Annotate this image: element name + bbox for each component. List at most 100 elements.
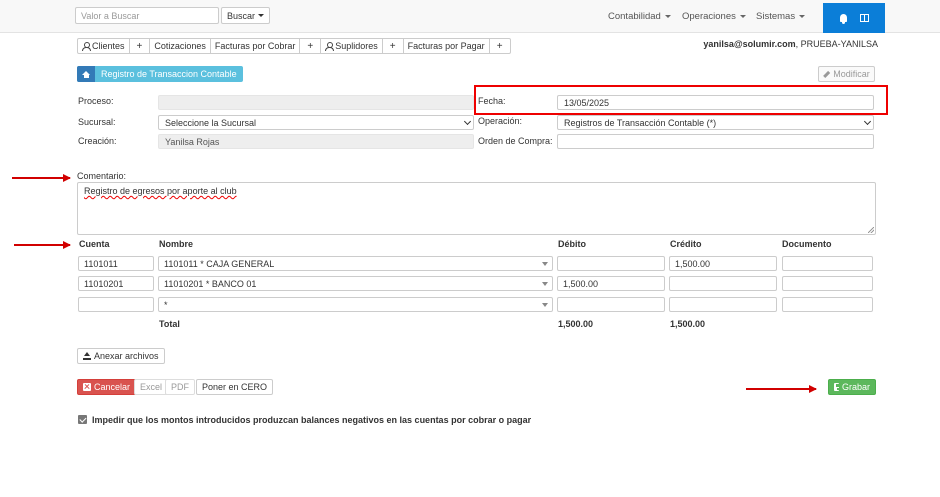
upload-icon [83, 352, 91, 360]
caret-down-icon [542, 281, 548, 286]
tab-suplidores-label: Suplidores [335, 41, 378, 51]
attach-files-button[interactable]: Anexar archivos [77, 348, 165, 364]
nombre-combo[interactable]: * [158, 297, 553, 312]
sucursal-select[interactable]: Seleccione la Sucursal [158, 115, 474, 130]
comentario-textarea[interactable]: Registro de egresos por aporte al club [77, 182, 876, 235]
sucursal-value: Seleccione la Sucursal [165, 117, 257, 128]
search-input[interactable] [75, 7, 219, 24]
topbar-actions [823, 3, 885, 33]
poner-en-cero-label: Poner en CERO [202, 382, 268, 392]
bell-icon[interactable] [839, 14, 847, 24]
comentario-label: Comentario: [77, 171, 127, 181]
prevent-negative-label: Impedir que los montos introducidos prod… [92, 415, 532, 425]
pencil-icon [823, 70, 831, 78]
excel-button[interactable]: Excel [134, 379, 169, 395]
user-icon [82, 42, 91, 51]
caret-down-icon [258, 14, 265, 17]
home-button[interactable] [77, 66, 95, 82]
orden-compra-label: Orden de Compra: [478, 136, 553, 146]
comentario-text: Registro de egresos por aporte al club [84, 186, 237, 196]
add-factura-pagar-button[interactable]: + [490, 39, 510, 53]
tab-facturas-por-pagar[interactable]: Facturas por Pagar [404, 39, 490, 53]
cuenta-input[interactable]: 1101011 [78, 256, 154, 271]
modificar-label: Modificar [833, 69, 870, 79]
credito-input[interactable] [669, 276, 777, 291]
nav-operaciones[interactable]: Operaciones [682, 0, 746, 33]
operacion-select[interactable]: Registros de Transacción Contable (*) [557, 115, 874, 130]
page-title-button[interactable]: Registro de Transaccion Contable [77, 66, 243, 82]
cancel-button[interactable]: Cancelar [77, 379, 137, 395]
proceso-label: Proceso: [78, 96, 114, 106]
cuenta-input[interactable] [78, 297, 154, 312]
add-suplidor-button[interactable]: + [383, 39, 404, 53]
excel-label: Excel [140, 382, 163, 392]
orden-compra-input[interactable] [557, 134, 874, 149]
annotation-arrow [14, 241, 71, 248]
debito-input[interactable] [557, 256, 665, 271]
pdf-label: PDF [171, 382, 189, 392]
creacion-field: Yanilsa Rojas [158, 134, 474, 149]
shortcut-tabs: Clientes + Cotizaciones Facturas por Cob… [77, 38, 511, 54]
tab-clientes[interactable]: Clientes [78, 39, 130, 53]
attach-files-label: Anexar archivos [94, 351, 159, 361]
highlight-box [474, 85, 888, 115]
documento-input[interactable] [782, 276, 873, 291]
user-icon [325, 42, 335, 51]
chevron-down-icon [463, 117, 472, 125]
credito-input[interactable] [669, 297, 777, 312]
proceso-field [158, 95, 474, 110]
caret-down-icon [542, 302, 548, 307]
tab-facturas-por-cobrar-label: Facturas por Cobrar [214, 41, 296, 51]
annotation-arrow [12, 174, 71, 181]
documento-input[interactable] [782, 256, 873, 271]
page-title: Registro de Transaccion Contable [101, 69, 237, 79]
account-info: yanilsa@solumir.com, PRUEBA-YANILSA [703, 39, 878, 49]
total-label: Total [159, 319, 180, 329]
operacion-label: Operación: [478, 116, 523, 126]
column-header-cuenta: Cuenta [79, 239, 110, 249]
tab-suplidores[interactable]: Suplidores [321, 39, 383, 53]
documento-input[interactable] [782, 297, 873, 312]
column-header-documento: Documento [782, 239, 832, 249]
pdf-button[interactable]: PDF [165, 379, 195, 395]
search-button-label: Buscar [227, 10, 256, 21]
panel-icon[interactable] [859, 14, 869, 22]
cuenta-input[interactable]: 11010201 [78, 276, 154, 291]
modificar-button[interactable]: Modificar [818, 66, 875, 82]
nav-contabilidad[interactable]: Contabilidad [608, 0, 671, 33]
debito-input[interactable]: 1,500.00 [557, 276, 665, 291]
nombre-value: 11010201 * BANCO 01 [164, 278, 257, 289]
total-debito: 1,500.00 [558, 319, 594, 329]
prevent-negative-checkbox[interactable] [78, 415, 87, 424]
save-button[interactable]: Grabar [828, 379, 876, 395]
nombre-combo[interactable]: 1101011 * CAJA GENERAL [158, 256, 553, 271]
top-navbar: Buscar Contabilidad Operaciones Sistemas [0, 0, 940, 33]
column-header-debito: Débito [558, 239, 586, 249]
annotation-arrow [746, 385, 817, 392]
tab-facturas-por-cobrar[interactable]: Facturas por Cobrar [211, 39, 301, 53]
caret-down-icon [542, 261, 548, 266]
cancel-label: Cancelar [94, 382, 131, 392]
sucursal-label: Sucursal: [78, 117, 116, 127]
poner-en-cero-button[interactable]: Poner en CERO [196, 379, 274, 395]
search-button[interactable]: Buscar [221, 7, 271, 24]
column-header-nombre: Nombre [159, 239, 194, 249]
save-icon [834, 383, 841, 391]
add-factura-cobrar-button[interactable]: + [300, 39, 322, 53]
nav-sistemas[interactable]: Sistemas [756, 0, 806, 33]
nav-operaciones-label: Operaciones [682, 11, 736, 22]
resize-handle-icon[interactable] [868, 227, 874, 233]
nombre-value: * [164, 299, 168, 310]
save-label: Grabar [841, 382, 870, 392]
column-header-credito: Crédito [670, 239, 702, 249]
total-credito: 1,500.00 [670, 319, 706, 329]
account-email: yanilsa@solumir.com [703, 39, 796, 49]
add-cliente-button[interactable]: + [130, 39, 151, 53]
credito-input[interactable]: 1,500.00 [669, 256, 777, 271]
debito-input[interactable] [557, 297, 665, 312]
chevron-down-icon [863, 117, 872, 125]
tab-facturas-por-pagar-label: Facturas por Pagar [407, 41, 485, 51]
nav-contabilidad-label: Contabilidad [608, 11, 661, 22]
tab-cotizaciones[interactable]: Cotizaciones [150, 39, 211, 53]
nombre-combo[interactable]: 11010201 * BANCO 01 [158, 276, 553, 291]
